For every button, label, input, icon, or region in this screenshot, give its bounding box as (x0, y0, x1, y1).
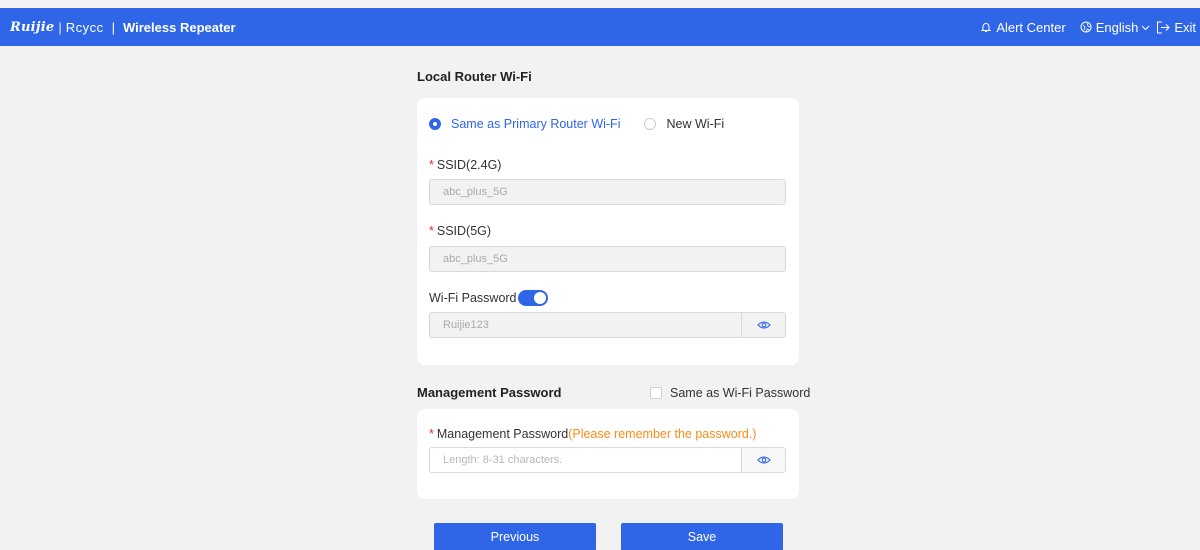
language-selector[interactable]: English (1080, 20, 1155, 35)
globe-icon (1080, 21, 1092, 33)
management-password-label: * Management Password (Please remember t… (429, 427, 756, 441)
logo-separator: | (58, 19, 62, 35)
previous-button[interactable]: Previous (434, 523, 596, 550)
management-password-placeholder: Length: 8-31 characters. (443, 454, 563, 466)
exit-label: Exit (1174, 19, 1196, 35)
management-password-input[interactable]: Length: 8-31 characters. (429, 447, 786, 473)
language-label: English (1095, 19, 1139, 35)
wifi-password-toggle[interactable] (517, 290, 548, 306)
management-password-card: * Management Password (Please remember t… (417, 409, 799, 499)
management-password-label-text: Management Password (436, 427, 569, 441)
ssid24-label: * SSID(2.4G) (429, 158, 501, 172)
alert-center-label: Alert Center (996, 19, 1066, 35)
ssid24-value: abc_plus_5G (443, 186, 508, 198)
local-wifi-card: Same as Primary Router Wi-Fi New Wi-Fi *… (417, 98, 799, 365)
ssid5-value: abc_plus_5G (443, 253, 508, 265)
management-password-hint: (Please remember the password.) (568, 427, 757, 441)
radio-new-wifi-label: New Wi-Fi (666, 117, 725, 131)
same-as-wifi-checkbox[interactable]: Same as Wi-Fi Password (650, 386, 810, 400)
title-separator: | (111, 19, 115, 35)
bell-icon (981, 23, 992, 32)
required-marker: * (429, 158, 434, 172)
management-password-title: Management Password (417, 385, 562, 400)
app-title: Wireless Repeater (122, 19, 236, 35)
top-bar: Ruijie | Rcycc | Wireless Repeater Alert… (0, 8, 1200, 46)
radio-checked-icon (429, 118, 441, 130)
save-button[interactable]: Save (621, 523, 783, 550)
radio-same-as-primary[interactable]: Same as Primary Router Wi-Fi (429, 117, 620, 131)
wifi-password-value: Ruijie123 (443, 319, 489, 331)
wifi-password-label: Wi-Fi Password (429, 290, 548, 306)
brand: Ruijie | Rcycc | Wireless Repeater (0, 20, 236, 35)
logout-icon (1157, 21, 1171, 33)
same-as-wifi-label: Same as Wi-Fi Password (670, 386, 811, 400)
wifi-password-input[interactable]: Ruijie123 (429, 312, 786, 338)
exit-link[interactable]: Exit (1156, 20, 1196, 35)
wifi-password-visibility-button[interactable] (741, 313, 785, 337)
wifi-mode-radio-group: Same as Primary Router Wi-Fi New Wi-Fi (429, 117, 724, 131)
radio-same-as-primary-label: Same as Primary Router Wi-Fi (451, 117, 621, 131)
eye-icon (756, 321, 771, 329)
ssid5-input[interactable]: abc_plus_5G (429, 246, 786, 272)
radio-unchecked-icon (644, 118, 657, 130)
ruijie-logo: Ruijie (10, 19, 55, 35)
reyee-logo: Rcycc (65, 19, 104, 35)
required-marker: * (429, 427, 434, 441)
radio-new-wifi[interactable]: New Wi-Fi (644, 117, 724, 131)
ssid5-label-text: SSID(5G) (436, 224, 492, 238)
ssid5-label: * SSID(5G) (429, 224, 491, 238)
header-nav: Alert Center English Exit (980, 20, 1200, 35)
alert-center-link[interactable]: Alert Center (980, 19, 1066, 35)
wifi-password-label-text: Wi-Fi Password (429, 291, 517, 305)
ssid24-label-text: SSID(2.4G) (436, 158, 502, 172)
management-password-visibility-button[interactable] (741, 448, 785, 472)
required-marker: * (429, 224, 434, 238)
eye-icon (756, 456, 771, 464)
ssid24-input[interactable]: abc_plus_5G (429, 179, 786, 205)
checkbox-unchecked-icon (650, 387, 662, 399)
chevron-down-icon (1141, 25, 1150, 30)
local-wifi-title: Local Router Wi-Fi (417, 69, 532, 84)
